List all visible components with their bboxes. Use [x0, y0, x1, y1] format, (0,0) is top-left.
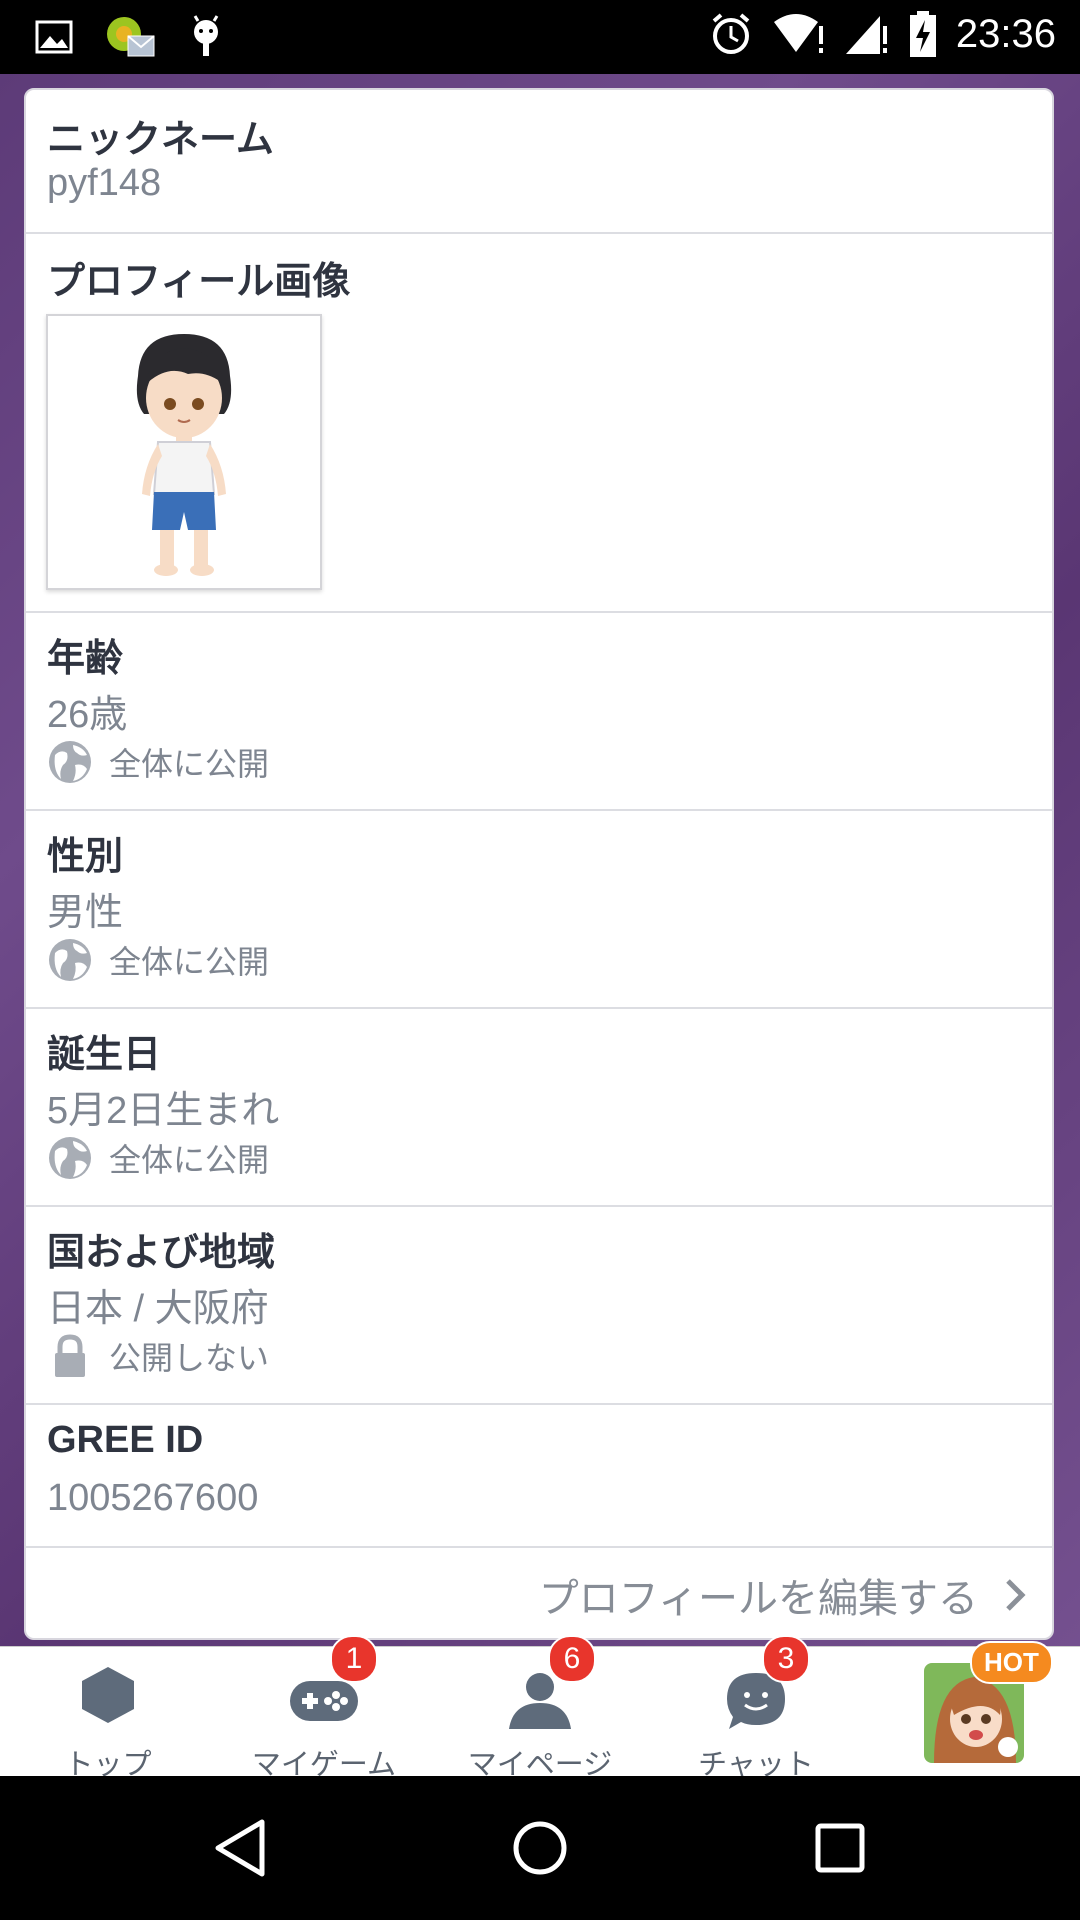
image-notification-icon: [35, 20, 73, 54]
wifi-icon: [773, 14, 823, 53]
birthday-section: 誕生日 5月2日生まれ 全体に公開: [26, 1009, 1052, 1207]
edit-profile-link[interactable]: プロフィールを編集する: [538, 1548, 1036, 1638]
region-section: 国および地域 日本 / 大阪府 公開しない: [26, 1207, 1052, 1405]
tab-featured-game[interactable]: HOT: [864, 1641, 1080, 1777]
bottom-tab-bar: トップ 1 マイゲーム 6 マイページ 3 チャット HOT: [0, 1635, 1080, 1781]
my-game-badge: 1: [330, 1635, 378, 1683]
status-bar: 23:36: [0, 0, 1080, 74]
tab-my-game[interactable]: 1 マイゲーム: [216, 1635, 432, 1781]
tab-top[interactable]: トップ: [0, 1647, 216, 1781]
chevron-right-icon: [1006, 1579, 1026, 1611]
globe-icon: [49, 939, 91, 981]
avatar-character-illustration: [136, 334, 232, 576]
hot-tag: HOT: [970, 1641, 1053, 1684]
birthday-label: 誕生日: [47, 1032, 162, 1076]
age-section: 年齢 26歳 全体に公開: [26, 613, 1052, 811]
android-debug-icon: [193, 15, 219, 56]
my-page-badge: 6: [548, 1635, 596, 1683]
gender-section: 性別 男性 全体に公開: [26, 811, 1052, 1009]
lock-icon: [55, 1334, 85, 1377]
age-privacy-text: 全体に公開: [109, 745, 270, 783]
alarm-icon: [712, 13, 750, 54]
age-value: 26歳: [47, 694, 128, 736]
gender-value: 男性: [47, 892, 124, 934]
recents-icon[interactable]: [810, 1818, 870, 1878]
birthday-privacy: 全体に公開: [47, 1135, 269, 1181]
nickname-label: ニックネーム: [47, 117, 274, 161]
gender-privacy: 全体に公開: [47, 937, 269, 983]
age-privacy: 全体に公開: [47, 739, 269, 785]
gree-id-section: GREE ID 1005267600: [26, 1405, 1052, 1548]
battery-charging-icon: [909, 11, 936, 57]
region-privacy-text: 公開しない: [109, 1339, 270, 1377]
edit-profile-row[interactable]: プロフィールを編集する: [26, 1548, 1052, 1638]
clock-time: 23:36: [955, 11, 1056, 56]
nickname-section: ニックネーム pyf148: [26, 90, 1052, 234]
chat-badge: 3: [762, 1635, 810, 1683]
back-icon[interactable]: [210, 1818, 270, 1878]
profile-card: ニックネーム pyf148 プロフィール画像 年齢 26歳 全体に公開 性別 男…: [24, 88, 1054, 1640]
region-label: 国および地域: [47, 1230, 276, 1274]
region-value: 日本 / 大阪府: [47, 1288, 269, 1330]
profile-avatar[interactable]: [46, 314, 322, 590]
gender-privacy-text: 全体に公開: [109, 943, 270, 981]
globe-icon: [49, 1137, 91, 1179]
gree-id-value: 1005267600: [47, 1477, 259, 1519]
gree-id-label: GREE ID: [47, 1419, 204, 1461]
tab-my-page[interactable]: 6 マイページ: [432, 1635, 648, 1781]
globe-icon: [49, 741, 91, 783]
nickname-value: pyf148: [47, 162, 162, 204]
system-navigation-bar: [0, 1776, 1080, 1920]
home-icon[interactable]: [510, 1818, 570, 1878]
age-label: 年齢: [47, 636, 124, 680]
birthday-value: 5月2日生まれ: [47, 1090, 280, 1132]
region-privacy: 公開しない: [47, 1333, 269, 1379]
gender-label: 性別: [47, 834, 124, 878]
hexagon-icon: [82, 1667, 134, 1723]
cell-signal-icon: [845, 16, 887, 54]
app-mail-notification-icon: [107, 17, 155, 57]
birthday-privacy-text: 全体に公開: [109, 1141, 270, 1179]
profile-image-label: プロフィール画像: [47, 259, 351, 303]
edit-profile-text: プロフィールを編集する: [538, 1576, 978, 1622]
tab-chat[interactable]: 3 チャット: [648, 1635, 864, 1781]
profile-image-section: プロフィール画像: [26, 234, 1052, 613]
